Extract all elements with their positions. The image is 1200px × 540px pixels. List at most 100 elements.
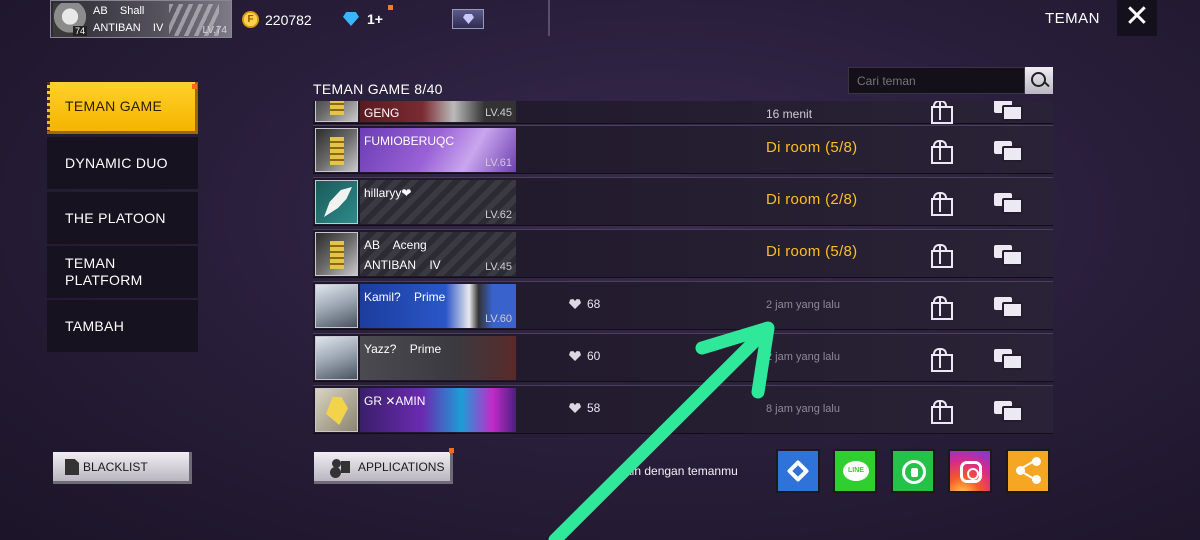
friend-level: LV.61 (485, 157, 512, 169)
nav-item-the-platoon[interactable]: THE PLATOON (47, 192, 198, 244)
friend-level: LV.60 (485, 313, 512, 325)
chat-icon[interactable] (994, 101, 1023, 121)
gift-icon[interactable] (929, 400, 953, 424)
friend-avatar (315, 232, 358, 276)
player-name: AB Shall (93, 5, 145, 17)
friend-row[interactable]: hillaryy❤ LV.62 Di room (2/8) (313, 177, 1053, 226)
friend-name: GENG (364, 106, 400, 120)
gift-icon[interactable] (929, 192, 953, 216)
friend-banner: GR ✕AMIN (360, 388, 516, 432)
chat-icon[interactable] (994, 245, 1023, 266)
friend-name: FUMIOBERUQC (364, 134, 454, 148)
gift-icon[interactable] (929, 244, 953, 268)
friend-banner: Yazz? Prime (360, 336, 516, 380)
notification-dot (388, 5, 393, 10)
friend-guild: ANTIBAN IV (364, 258, 441, 272)
chat-icon[interactable] (994, 193, 1023, 214)
friend-name: Kamil? Prime (364, 290, 446, 304)
friend-status: 2 jam yang lalu (766, 299, 840, 311)
player-level: LV.74 (202, 25, 227, 36)
friend-status: Di room (5/8) (766, 139, 858, 156)
blacklist-button[interactable]: BLACKLIST (53, 452, 192, 484)
gift-icon[interactable] (929, 348, 953, 372)
diamond-icon[interactable] (343, 12, 359, 26)
share-button[interactable] (1006, 449, 1050, 493)
friend-status: Di room (5/8) (766, 243, 858, 260)
nav-item-label: TEMAN PLATFORM (65, 255, 143, 288)
elite-pass-icon[interactable] (452, 9, 484, 29)
header-divider (548, 0, 550, 36)
friend-banner: AB Aceng ANTIBAN IV LV.45 (360, 232, 516, 276)
like-count: 58 (569, 401, 600, 415)
nav-item-label: THE PLATOON (65, 209, 166, 226)
friend-level: LV.45 (485, 107, 512, 119)
friend-row[interactable]: GR ✕AMIN 58 8 jam yang lalu (313, 385, 1053, 434)
friend-name: hillaryy❤ (364, 186, 412, 200)
friend-avatar (315, 284, 358, 328)
nav-item-dynamic-duo[interactable]: DYNAMIC DUO (47, 137, 198, 189)
chat-icon[interactable] (994, 141, 1023, 162)
gold-coin-icon: F (242, 11, 259, 28)
player-profile-card[interactable]: 74 AB Shall ANTIBAN IV LV.74 (50, 0, 232, 38)
blacklist-icon (65, 459, 79, 475)
chat-icon[interactable] (994, 297, 1023, 318)
applications-button[interactable]: APPLICATIONS (314, 448, 454, 484)
avatar-level-badge: 74 (73, 26, 88, 36)
invite-text: ain dengan temanmu (625, 464, 738, 478)
friend-row[interactable]: FUMIOBERUQC LV.61 Di room (5/8) (313, 125, 1053, 174)
friend-name: GR ✕AMIN (364, 394, 426, 408)
nav-item-teman-platform[interactable]: TEMAN PLATFORM (47, 246, 198, 298)
blacklist-label: BLACKLIST (83, 459, 148, 474)
friend-status: 2 jam yang lalu (766, 351, 840, 363)
friend-avatar (315, 128, 358, 172)
friend-name: Yazz? Prime (364, 342, 442, 356)
user-add-icon (332, 459, 350, 475)
instagram-share-button[interactable] (948, 449, 992, 493)
whatsapp-share-button[interactable] (891, 449, 935, 493)
friend-level: LV.62 (485, 209, 512, 221)
friend-avatar (315, 180, 358, 224)
friend-status: Di room (2/8) (766, 191, 858, 208)
nav-item-tambah[interactable]: TAMBAH (47, 300, 198, 352)
whatsapp-icon (902, 460, 926, 484)
copy-link-button[interactable] (776, 449, 820, 493)
friend-row[interactable]: Yazz? Prime 60 2 jam yang lalu (313, 333, 1053, 382)
line-icon: LINE (843, 461, 869, 481)
nav-item-label: TEMAN GAME (65, 98, 163, 114)
friend-row[interactable]: GENG LV.45 16 menit (313, 101, 1053, 124)
friend-avatar (315, 101, 358, 122)
line-share-button[interactable]: LINE (833, 449, 877, 493)
chat-icon[interactable] (994, 401, 1023, 422)
friend-status: 16 menit (766, 107, 813, 121)
gift-icon[interactable] (929, 101, 953, 124)
link-icon (786, 459, 810, 483)
nav-item-label: TAMBAH (65, 317, 125, 334)
diamond-count[interactable]: 1+ (367, 11, 383, 27)
heart-icon (569, 351, 581, 361)
search-icon[interactable] (1025, 67, 1053, 94)
instagram-icon (960, 461, 982, 483)
friend-name: AB Aceng (364, 238, 427, 252)
heart-icon (569, 403, 581, 413)
top-bar: 74 AB Shall ANTIBAN IV LV.74 F 220782 1+… (0, 0, 1200, 40)
friend-level: LV.45 (485, 261, 512, 273)
friend-list[interactable]: GENG LV.45 16 menit FUMIOBERUQC LV.61 Di… (313, 101, 1053, 436)
like-value: 60 (587, 349, 601, 363)
like-count: 60 (569, 349, 600, 363)
gift-icon[interactable] (929, 140, 953, 164)
friend-banner: GENG LV.45 (360, 101, 516, 122)
friend-row[interactable]: AB Aceng ANTIBAN IV LV.45 Di room (5/8) (313, 229, 1053, 278)
chat-icon[interactable] (994, 349, 1023, 370)
like-value: 58 (587, 401, 601, 415)
friend-avatar (315, 388, 358, 432)
friend-row[interactable]: Kamil? Prime LV.60 68 2 jam yang lalu (313, 281, 1053, 330)
gift-icon[interactable] (929, 296, 953, 320)
close-button[interactable]: ✕ (1117, 0, 1157, 36)
friend-list-title: TEMAN GAME 8/40 (313, 81, 443, 97)
friend-avatar (315, 336, 358, 380)
search-input[interactable] (848, 67, 1025, 94)
notification-dot (449, 448, 454, 453)
friend-banner: FUMIOBERUQC LV.61 (360, 128, 516, 172)
nav-item-teman-game[interactable]: TEMAN GAME (47, 82, 198, 134)
friend-status: 8 jam yang lalu (766, 403, 840, 415)
